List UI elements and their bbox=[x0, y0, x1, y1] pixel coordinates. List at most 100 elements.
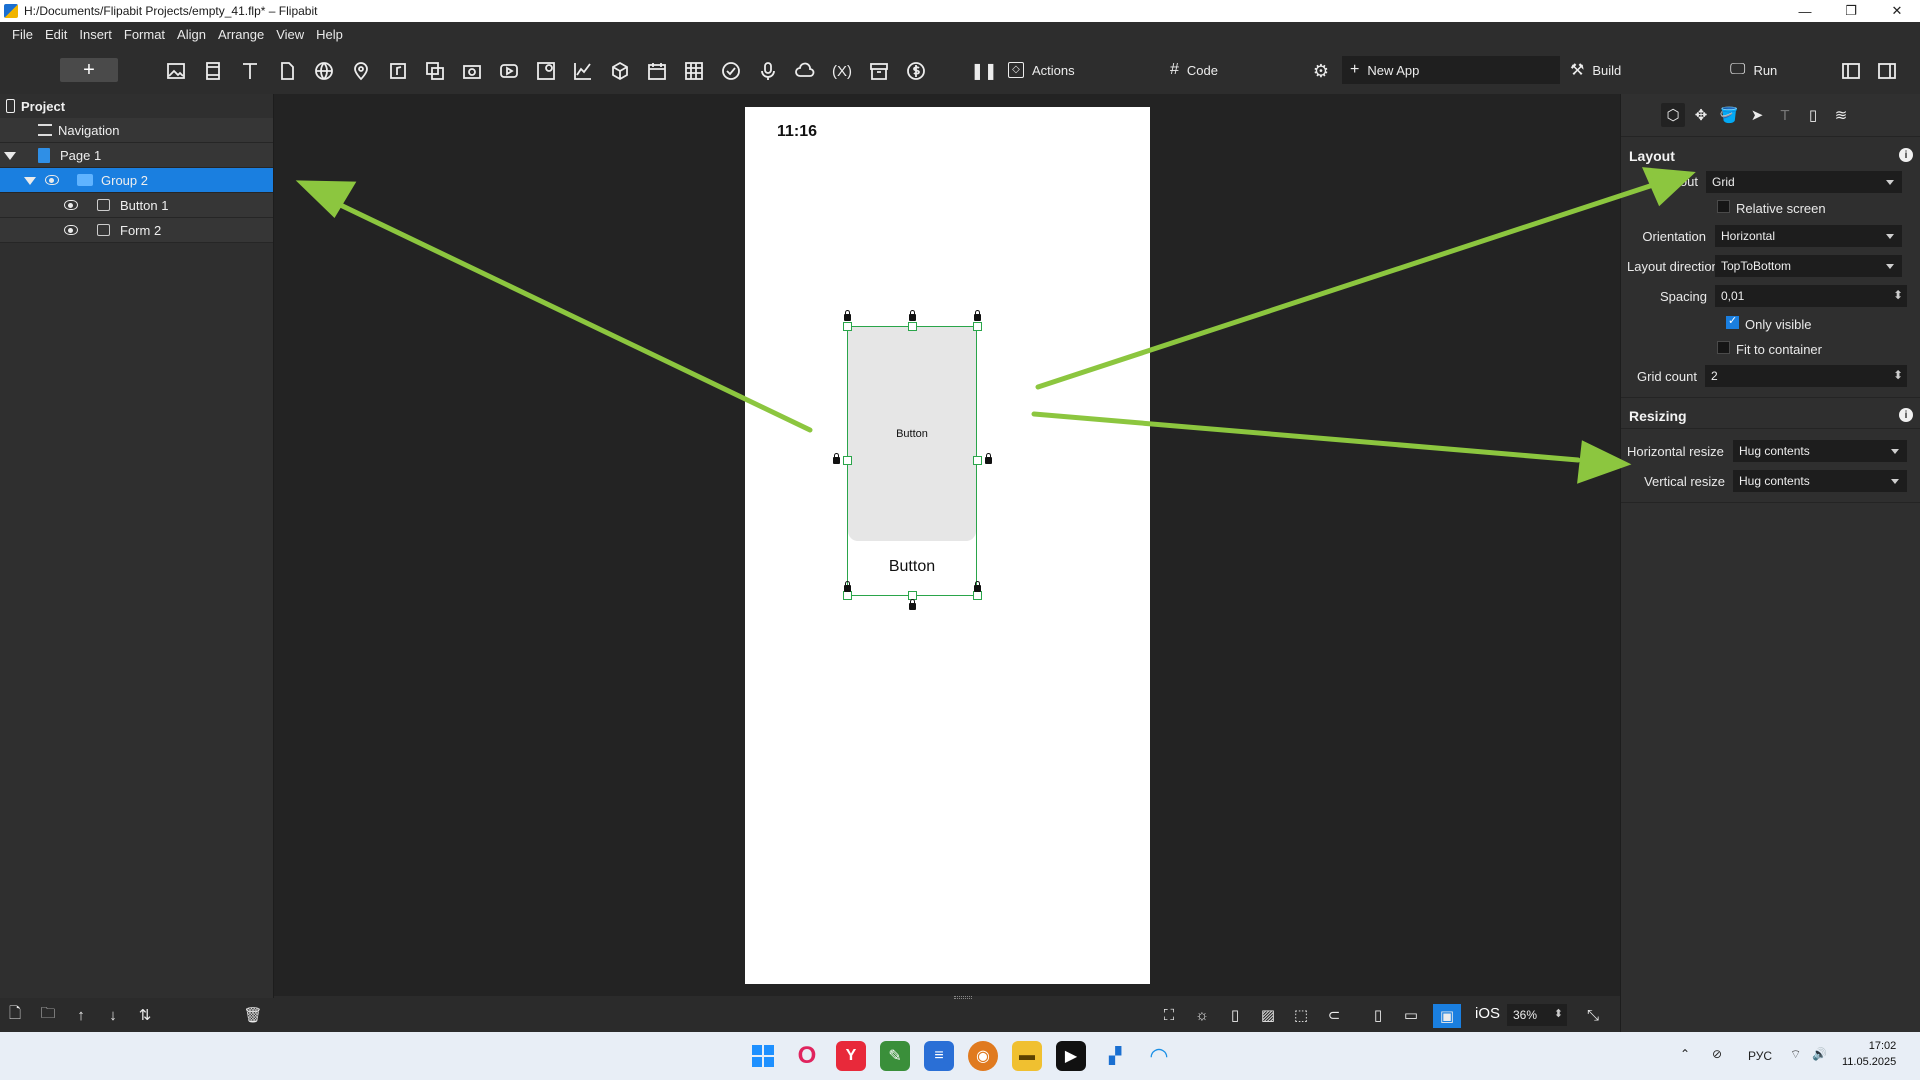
web-icon[interactable] bbox=[311, 58, 337, 84]
pdf-icon[interactable] bbox=[274, 58, 300, 84]
minimize-button[interactable]: — bbox=[1782, 0, 1828, 22]
new-folder-icon[interactable]: 🗀 bbox=[39, 1005, 57, 1024]
grid-count-input[interactable]: 2 bbox=[1705, 365, 1907, 387]
network-off-icon[interactable]: ⊘ bbox=[1712, 1047, 1722, 1061]
resize-handle[interactable] bbox=[973, 456, 982, 465]
actions-button[interactable]: ◇ Actions bbox=[1008, 56, 1075, 84]
menu-insert[interactable]: Insert bbox=[73, 27, 118, 42]
collapse-arrow-icon[interactable] bbox=[24, 177, 36, 185]
media-player-icon[interactable]: ◉ bbox=[968, 1041, 998, 1071]
gallery-icon[interactable] bbox=[422, 58, 448, 84]
windows-start-icon[interactable] bbox=[748, 1041, 778, 1071]
file-explorer-icon[interactable]: ▬ bbox=[1012, 1041, 1042, 1071]
archive-icon[interactable] bbox=[866, 58, 892, 84]
edge-browser-icon[interactable]: ◠ bbox=[1144, 1041, 1174, 1071]
split-icon[interactable]: ⇅ bbox=[136, 1006, 154, 1024]
vertical-resize-select[interactable]: Hug contents bbox=[1733, 470, 1907, 492]
yandex-browser-icon[interactable]: Y bbox=[836, 1041, 866, 1071]
resize-handle[interactable] bbox=[843, 591, 852, 600]
tree-item-button-1[interactable]: Button 1 bbox=[0, 193, 273, 218]
trash-icon[interactable]: 🗑 bbox=[243, 1006, 262, 1024]
language-indicator[interactable]: РУС bbox=[1748, 1049, 1772, 1063]
resize-handle[interactable] bbox=[973, 322, 982, 331]
toggle-right-panel-icon[interactable] bbox=[1874, 58, 1900, 84]
tree-item-navigation[interactable]: Navigation bbox=[0, 118, 273, 143]
gear-icon[interactable]: ⚙ bbox=[1308, 58, 1334, 84]
map-pin-icon[interactable] bbox=[348, 58, 374, 84]
audio-icon[interactable] bbox=[385, 58, 411, 84]
move-up-icon[interactable]: ↑ bbox=[72, 1006, 90, 1024]
table-icon[interactable] bbox=[681, 58, 707, 84]
toggle-left-panel-icon[interactable] bbox=[1838, 58, 1864, 84]
layout-direction-select[interactable]: TopToBottom bbox=[1715, 255, 1902, 277]
eye-icon[interactable] bbox=[64, 225, 78, 235]
design-canvas[interactable]: 11:16 Button Button bbox=[274, 94, 1620, 996]
collapse-icon[interactable]: ⤡ bbox=[1582, 1004, 1604, 1026]
new-app-selector[interactable]: + New App bbox=[1342, 56, 1560, 84]
collapse-arrow-icon[interactable] bbox=[4, 152, 16, 160]
wifi-icon[interactable]: ⌔ bbox=[1790, 1047, 1801, 1062]
database-tab-icon[interactable]: ≋ bbox=[1829, 103, 1853, 127]
calendar-icon[interactable] bbox=[644, 58, 670, 84]
tray-overflow-icon[interactable]: ⌃ bbox=[1680, 1047, 1690, 1061]
flipabit-taskbar-icon[interactable]: ▞ bbox=[1100, 1041, 1130, 1071]
spin-arrows-icon[interactable]: ⬍ bbox=[1554, 1007, 1563, 1020]
camera-icon[interactable] bbox=[459, 58, 485, 84]
cursor-tab-icon[interactable]: ➤ bbox=[1745, 103, 1769, 127]
microphone-icon[interactable] bbox=[755, 58, 781, 84]
code-button[interactable]: # Code bbox=[1170, 56, 1218, 84]
eye-icon[interactable] bbox=[64, 200, 78, 210]
close-button[interactable]: ✕ bbox=[1874, 0, 1920, 22]
layout-select[interactable]: Grid bbox=[1706, 171, 1902, 193]
notes-app-icon[interactable]: ✎ bbox=[880, 1041, 910, 1071]
menu-align[interactable]: Align bbox=[171, 27, 212, 42]
brightness-icon[interactable]: ☼ bbox=[1191, 1004, 1213, 1026]
new-page-icon[interactable]: 🗋 bbox=[6, 1005, 24, 1024]
resize-handle[interactable] bbox=[973, 591, 982, 600]
tree-item-group-2[interactable]: Group 2 bbox=[0, 168, 273, 193]
resize-handle[interactable] bbox=[843, 456, 852, 465]
notepad-icon[interactable]: ≡ bbox=[924, 1041, 954, 1071]
resize-handle[interactable] bbox=[843, 322, 852, 331]
youtube-icon[interactable] bbox=[496, 58, 522, 84]
payment-icon[interactable] bbox=[903, 58, 929, 84]
cloud-icon[interactable] bbox=[792, 58, 818, 84]
phone-page-preview[interactable]: 11:16 Button Button bbox=[745, 107, 1150, 984]
opera-browser-icon[interactable]: O bbox=[792, 1041, 822, 1071]
eye-icon[interactable] bbox=[45, 175, 59, 185]
magnet-icon[interactable]: ⊂ bbox=[1323, 1004, 1345, 1026]
taskbar-clock[interactable]: 17:02 11.05.2025 bbox=[1842, 1038, 1896, 1070]
only-visible-checkbox[interactable] bbox=[1726, 314, 1739, 329]
resize-handle[interactable] bbox=[908, 322, 917, 331]
text-icon[interactable] bbox=[237, 58, 263, 84]
variables-icon[interactable]: (X) bbox=[829, 58, 855, 84]
tablet-mode-icon[interactable]: ▣ bbox=[1433, 1004, 1461, 1028]
horizontal-resize-select[interactable]: Hug contents bbox=[1733, 440, 1907, 462]
device-tab-icon[interactable]: ▯ bbox=[1801, 103, 1825, 127]
menu-view[interactable]: View bbox=[270, 27, 310, 42]
zoom-field[interactable]: 36% ⬍ bbox=[1507, 1004, 1567, 1026]
run-button[interactable]: 🖵 Run bbox=[1730, 56, 1777, 84]
shapes-icon[interactable] bbox=[533, 58, 559, 84]
terminal-app-icon[interactable]: ▶ bbox=[1056, 1041, 1086, 1071]
screenshot-icon[interactable]: ⛶ bbox=[1158, 1004, 1180, 1026]
menu-edit[interactable]: Edit bbox=[39, 27, 73, 42]
menu-help[interactable]: Help bbox=[310, 27, 349, 42]
checkbox-icon[interactable] bbox=[718, 58, 744, 84]
3d-cube-icon[interactable] bbox=[607, 58, 633, 84]
fit-to-container-checkbox[interactable] bbox=[1717, 341, 1730, 354]
platform-ios[interactable]: iOS bbox=[1475, 1005, 1500, 1022]
tree-item-form-2[interactable]: Form 2 bbox=[0, 218, 273, 243]
device-icon[interactable]: ▯ bbox=[1224, 1004, 1246, 1026]
chart-icon[interactable] bbox=[570, 58, 596, 84]
volume-icon[interactable]: 🔊 bbox=[1812, 1047, 1827, 1061]
move-down-icon[interactable]: ↓ bbox=[104, 1006, 122, 1024]
layout-tab-cube-icon[interactable]: ⬡ bbox=[1661, 103, 1685, 127]
tree-item-page-1[interactable]: Page 1 bbox=[0, 143, 273, 168]
orientation-select[interactable]: Horizontal bbox=[1715, 225, 1902, 247]
hatch-icon[interactable]: ▨ bbox=[1257, 1004, 1279, 1026]
paint-bucket-icon[interactable]: 🪣 bbox=[1717, 103, 1741, 127]
image-icon[interactable] bbox=[163, 58, 189, 84]
menu-format[interactable]: Format bbox=[118, 27, 171, 42]
pause-icon[interactable]: ❚❚ bbox=[971, 58, 998, 84]
